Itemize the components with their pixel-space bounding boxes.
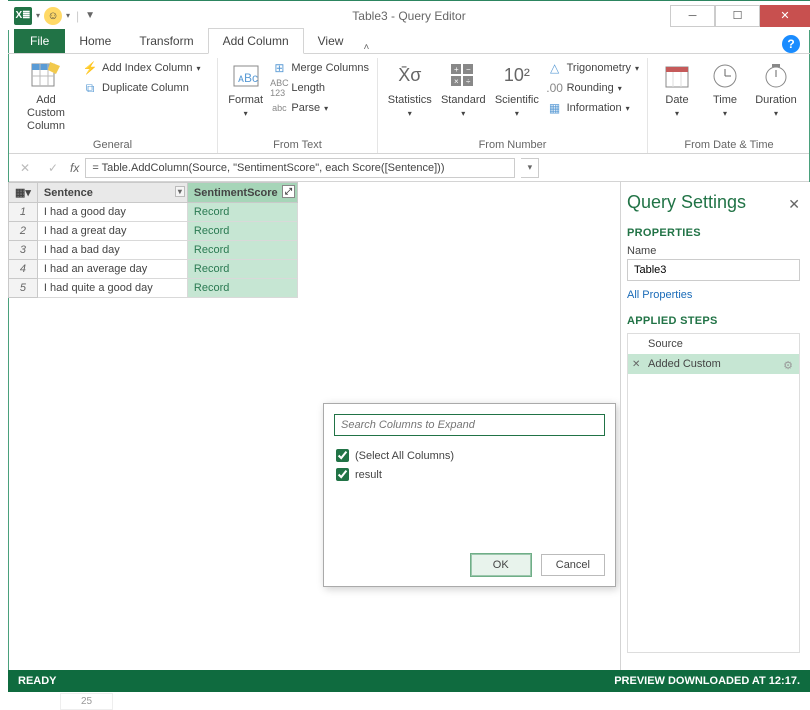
duration-button[interactable]: Duration▾ [752,58,800,120]
column-filter-icon[interactable]: ▾ [175,186,185,197]
table-row: 5I had quite a good dayRecord [9,279,298,298]
close-button[interactable]: ✕ [760,5,810,27]
cancel-button[interactable]: Cancel [541,554,605,576]
tab-transform[interactable]: Transform [125,29,207,53]
group-from-datetime-label: From Date & Time [656,137,802,151]
index-icon: ⚡ [82,60,98,76]
grid-hint: 25 [60,693,113,710]
standard-icon: +−× ÷ [447,60,479,92]
merge-icon: ⊞ [271,60,287,76]
query-name-input[interactable] [627,259,800,281]
table-row: 1I had a good dayRecord [9,203,298,222]
qat-dropdown-1[interactable]: ▾ [34,11,42,20]
duplicate-column-button[interactable]: ⧉Duplicate Column [82,80,201,96]
applied-steps-heading: APPLIED STEPS [627,315,800,327]
group-from-number-label: From Number [386,137,639,151]
excel-icon: X≣ [14,7,32,25]
column-option-checkbox[interactable]: result [334,465,605,484]
status-preview-time: PREVIEW DOWNLOADED AT 12:17. [614,675,800,687]
status-ready: READY [18,675,57,687]
query-settings-title: Query Settings [627,192,800,213]
scientific-icon: 10² [501,60,533,92]
smiley-icon[interactable]: ☺ [44,7,62,25]
file-tab[interactable]: File [14,29,65,53]
duration-icon [760,60,792,92]
table-row: 3I had a bad dayRecord [9,241,298,260]
clock-icon [709,60,741,92]
tab-home[interactable]: Home [65,29,125,53]
rounding-button[interactable]: .00Rounding ▾ [547,80,639,96]
add-index-column-button[interactable]: ⚡Add Index Column ▾ [82,60,201,76]
minimize-button[interactable]: ─ [670,5,715,27]
scientific-button[interactable]: 10² Scientific▾ [493,58,541,120]
qat-dropdown-2[interactable]: ▾ [64,11,72,20]
statistics-icon: X̄σ [394,60,426,92]
column-sentimentscore[interactable]: SentimentScore⤢ [187,183,297,203]
group-from-text-label: From Text [226,137,369,151]
table-row: 4I had an average dayRecord [9,260,298,279]
calendar-icon [661,60,693,92]
expand-columns-popup: (Select All Columns) result OK Cancel [323,403,616,587]
select-all-checkbox[interactable]: (Select All Columns) [334,446,605,465]
group-general-label: General [16,137,209,151]
svg-text:×: × [454,77,459,86]
gear-icon[interactable]: ⚙ [783,359,793,372]
query-settings-panel: ✕ Query Settings PROPERTIES Name All Pro… [620,182,810,688]
tab-add-column[interactable]: Add Column [208,28,304,54]
date-button[interactable]: Date▾ [656,58,698,120]
rounding-icon: .00 [547,80,563,96]
statistics-button[interactable]: X̄σ Statistics▾ [386,58,434,120]
step-added-custom[interactable]: ✕Added Custom⚙ [628,354,799,374]
svg-text:+: + [454,65,459,74]
svg-text:−: − [466,65,471,74]
trig-icon: △ [547,60,563,76]
parse-icon: abc [271,100,287,116]
table-icon [30,60,62,92]
time-button[interactable]: Time▾ [704,58,746,120]
window-title: Table3 - Query Editor [352,9,465,23]
status-bar: READY PREVIEW DOWNLOADED AT 12:17. [8,670,810,692]
length-icon: ABC123 [271,80,287,96]
properties-heading: PROPERTIES [627,227,800,239]
parse-button[interactable]: abcParse ▾ [271,100,369,116]
ribbon-collapse-icon[interactable]: ˄ [357,42,375,53]
info-icon: ▦ [547,100,563,116]
information-button[interactable]: ▦Information ▾ [547,100,639,116]
expand-icon[interactable]: ⤢ [282,185,295,198]
maximize-button[interactable]: ☐ [715,5,760,27]
help-icon[interactable]: ? [782,35,800,53]
standard-button[interactable]: +−×÷ Standard▾ [440,58,488,120]
name-label: Name [627,245,800,257]
table-corner[interactable]: ▦▾ [9,183,38,203]
table-row: 2I had a great dayRecord [9,222,298,241]
qat-overflow[interactable]: ▼ [83,10,97,21]
tab-view[interactable]: View [304,29,358,53]
duplicate-icon: ⧉ [82,80,98,96]
search-columns-input[interactable] [334,414,605,436]
step-source[interactable]: Source [628,334,799,354]
format-button[interactable]: ᴀBᴄ Format▾ [226,58,265,120]
length-button[interactable]: ABC123Length [271,80,369,96]
data-table[interactable]: ▦▾ Sentence▾ SentimentScore⤢ 1I had a go… [8,182,298,298]
all-properties-link[interactable]: All Properties [627,289,800,301]
trigonometry-button[interactable]: △Trigonometry ▾ [547,60,639,76]
svg-text:÷: ÷ [466,77,471,86]
column-sentence[interactable]: Sentence▾ [37,183,187,203]
format-icon: ᴀBᴄ [230,60,262,92]
svg-text:ᴀBᴄ: ᴀBᴄ [238,71,258,85]
applied-steps-list: Source ✕Added Custom⚙ [627,333,800,653]
panel-close-icon[interactable]: ✕ [788,196,800,213]
delete-step-icon[interactable]: ✕ [632,359,640,370]
add-custom-column-button[interactable]: Add Custom Column [16,58,76,134]
ok-button[interactable]: OK [471,554,531,576]
merge-columns-button[interactable]: ⊞Merge Columns [271,60,369,76]
